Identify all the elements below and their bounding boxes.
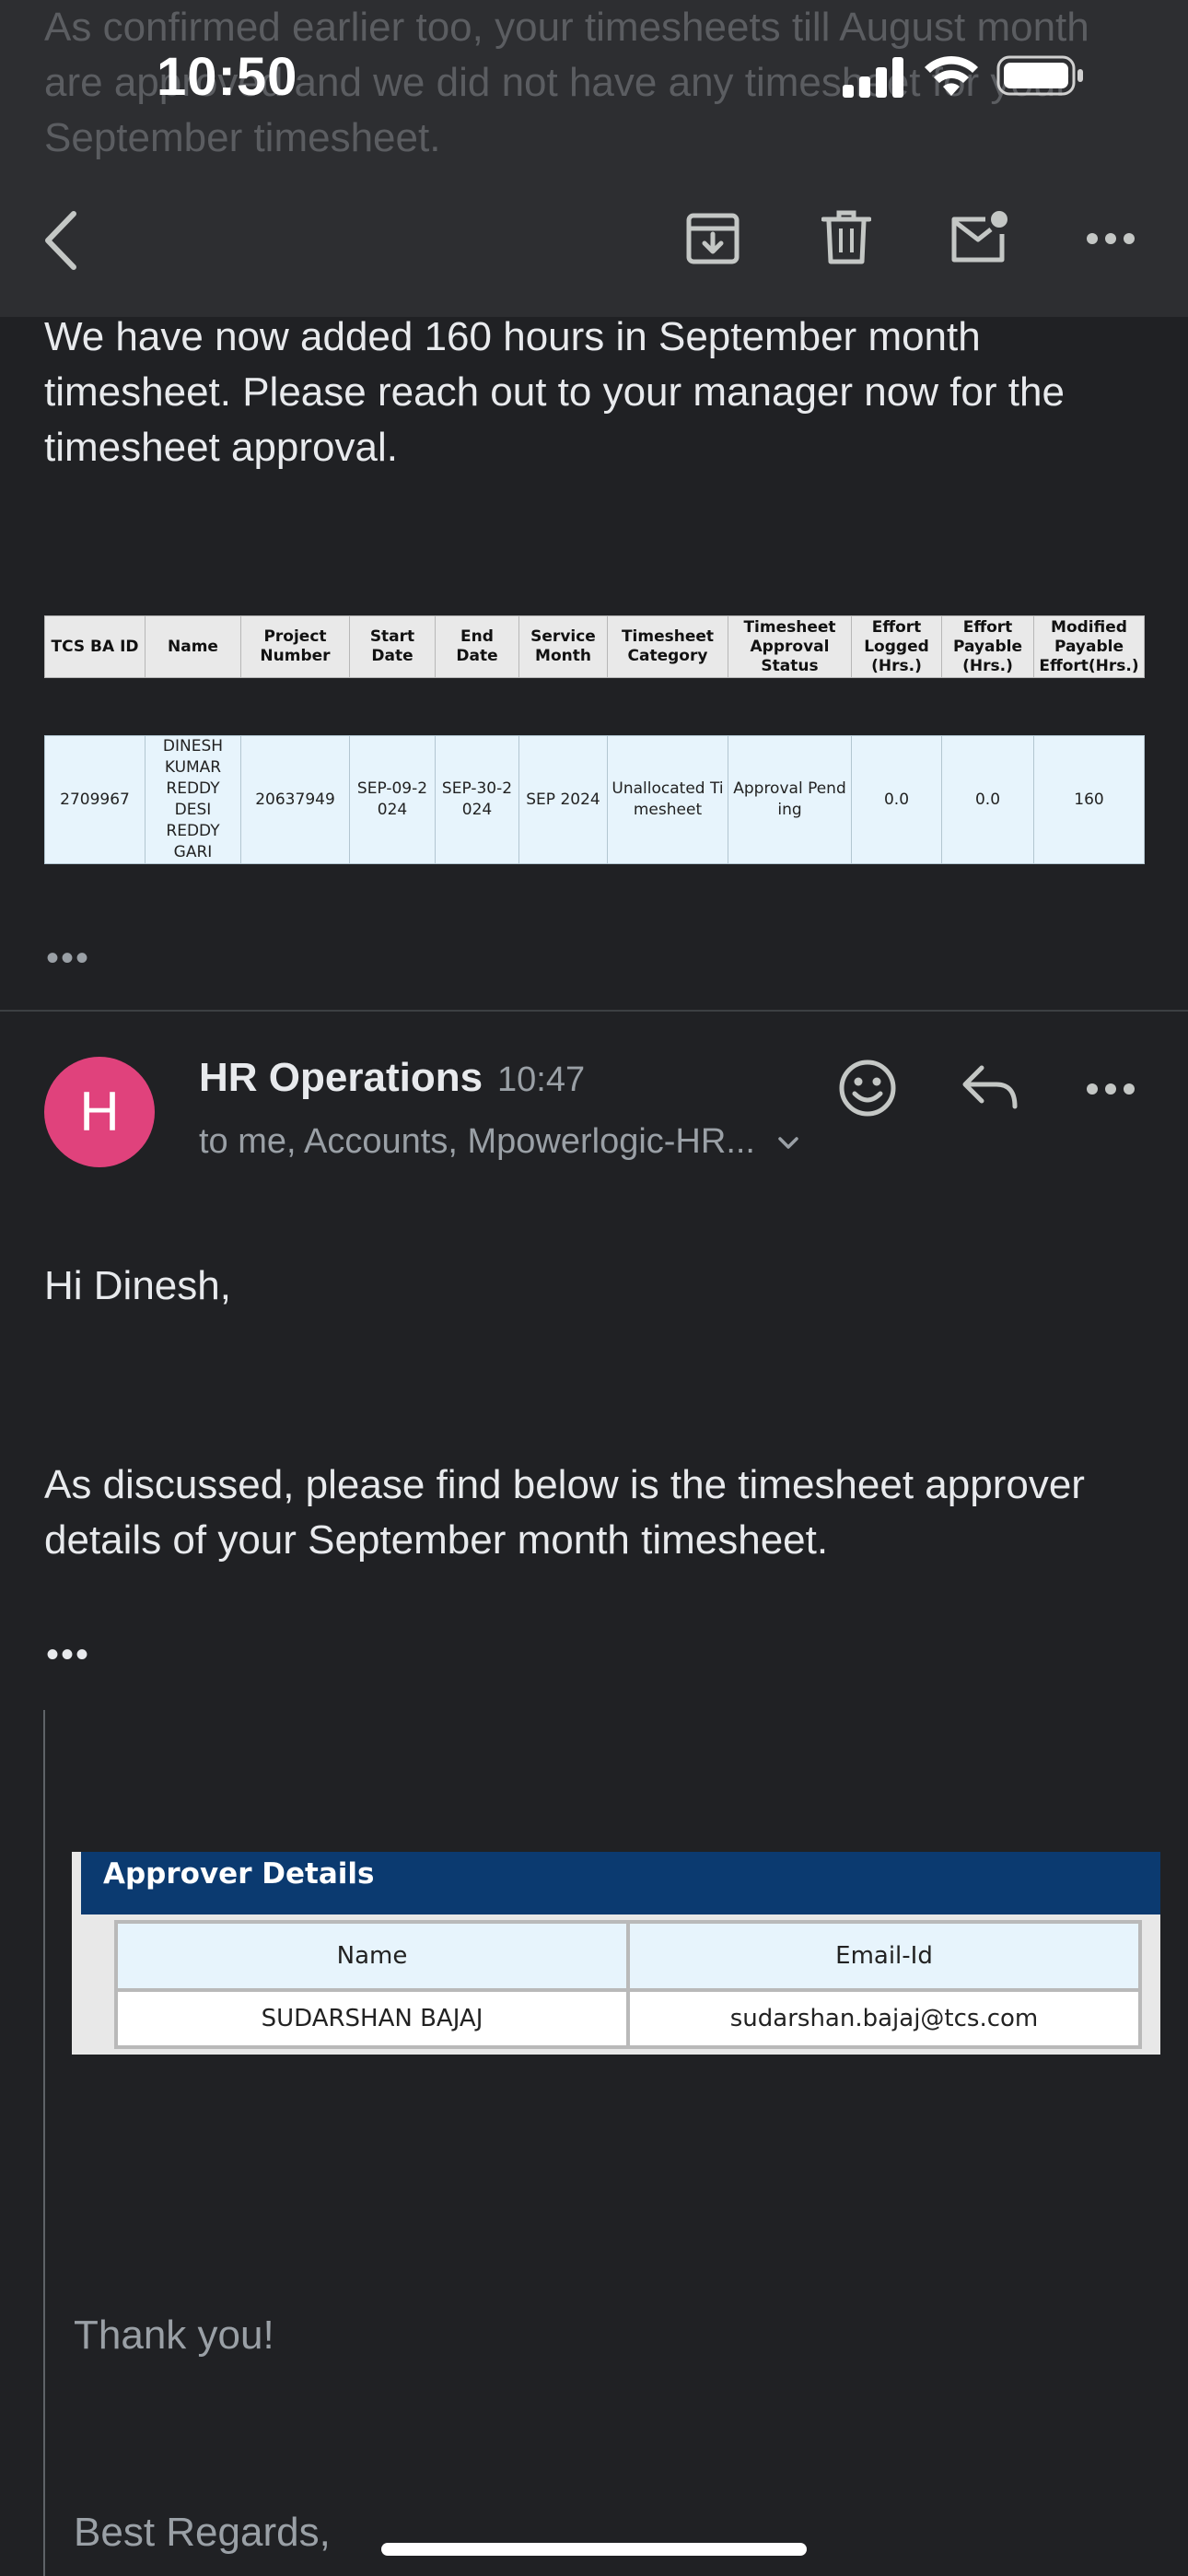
approver-email[interactable]: sudarshan.bajaj@tcs.com xyxy=(626,1988,1142,2049)
header-cell: Effort Payable (Hrs.) xyxy=(941,615,1034,678)
table-cell: 20637949 xyxy=(240,735,350,864)
approver-name: SUDARSHAN BAJAJ xyxy=(114,1988,630,2049)
chevron-down-icon xyxy=(777,1137,798,1149)
approver-table: Name Email-Id SUDARSHAN BAJAJ sudarshan.… xyxy=(114,1920,1142,2049)
table-cell: SEP-09-2024 xyxy=(349,735,436,864)
message-body: As discussed, please find below is the t… xyxy=(44,1462,1085,1563)
timesheet-header-row: TCS BA ID Name Project Number Start Date… xyxy=(44,615,1145,678)
quote-bar xyxy=(43,1710,45,2576)
table-cell: 0.0 xyxy=(941,735,1034,864)
recipients-text: to me, Accounts, Mpowerlogic-HR... xyxy=(199,1122,755,1161)
thanks-text: Thank you! xyxy=(74,2313,274,2358)
message-divider xyxy=(0,1010,1188,1012)
header-cell: Service Month xyxy=(518,615,608,678)
more-horizontal-icon[interactable] xyxy=(1087,232,1135,245)
approver-header-row: Name Email-Id xyxy=(114,1920,1142,1992)
header-cell: Timesheet Approval Status xyxy=(728,615,852,678)
trash-icon[interactable] xyxy=(821,210,871,265)
recipients-toggle[interactable]: to me, Accounts, Mpowerlogic-HR... xyxy=(199,1122,800,1162)
approver-details-title: Approver Details xyxy=(103,1857,375,1891)
table-cell: DINESH KUMAR REDDY DESI REDDY GARI xyxy=(145,735,241,864)
header-cell: Project Number xyxy=(240,615,350,678)
header-cell: Timesheet Category xyxy=(607,615,728,678)
timesheet-table: TCS BA ID Name Project Number Start Date… xyxy=(44,615,1145,864)
message-time: 10:47 xyxy=(497,1060,586,1099)
table-cell: 0.0 xyxy=(851,735,942,864)
battery-icon xyxy=(996,55,1083,96)
back-chevron-icon[interactable] xyxy=(41,210,81,271)
header-cell: Name xyxy=(145,615,241,678)
table-cell: Unallocated Timesheet xyxy=(607,735,728,864)
sender-avatar[interactable]: H xyxy=(44,1057,155,1167)
emoji-icon[interactable] xyxy=(838,1059,897,1118)
table-cell: SEP-30-2024 xyxy=(435,735,519,864)
table-row: 2709967 DINESH KUMAR REDDY DESI REDDY GA… xyxy=(44,735,1145,864)
header-cell: Modified Payable Effort(Hrs.) xyxy=(1033,615,1145,678)
status-bar-time: 10:50 xyxy=(157,47,298,107)
top-app-bar: As confirmed earlier too, your timesheet… xyxy=(0,0,1188,317)
greeting: Hi Dinesh, xyxy=(44,1263,231,1308)
header-cell: End Date xyxy=(435,615,519,678)
table-cell: 2709967 xyxy=(44,735,146,864)
reply-icon[interactable] xyxy=(961,1064,1019,1110)
sender-name[interactable]: HR Operations xyxy=(199,1055,483,1101)
archive-icon[interactable] xyxy=(685,210,740,265)
header-cell: Start Date xyxy=(349,615,436,678)
show-quoted-text-button[interactable]: ••• xyxy=(46,1634,90,1676)
message-more-icon[interactable] xyxy=(1087,1083,1135,1095)
mark-unread-icon[interactable] xyxy=(949,210,1009,265)
header-cell: Effort Logged (Hrs.) xyxy=(851,615,942,678)
regards-text: Best Regards, xyxy=(74,2510,331,2555)
wifi-icon xyxy=(925,55,978,96)
home-indicator[interactable] xyxy=(381,2543,807,2556)
previous-message-body: We have now added 160 hours in September… xyxy=(44,314,1065,470)
header-cell: Email-Id xyxy=(626,1920,1142,1992)
header-cell: Name xyxy=(114,1920,630,1992)
table-cell: SEP 2024 xyxy=(518,735,608,864)
table-cell: Approval Pending xyxy=(728,735,852,864)
header-cell: TCS BA ID xyxy=(44,615,146,678)
table-cell: 160 xyxy=(1033,735,1145,864)
table-spacer xyxy=(44,677,1145,736)
cellular-signal-icon xyxy=(843,57,903,98)
show-trimmed-content-button[interactable]: ••• xyxy=(46,938,90,979)
table-row: SUDARSHAN BAJAJ sudarshan.bajaj@tcs.com xyxy=(114,1988,1142,2049)
